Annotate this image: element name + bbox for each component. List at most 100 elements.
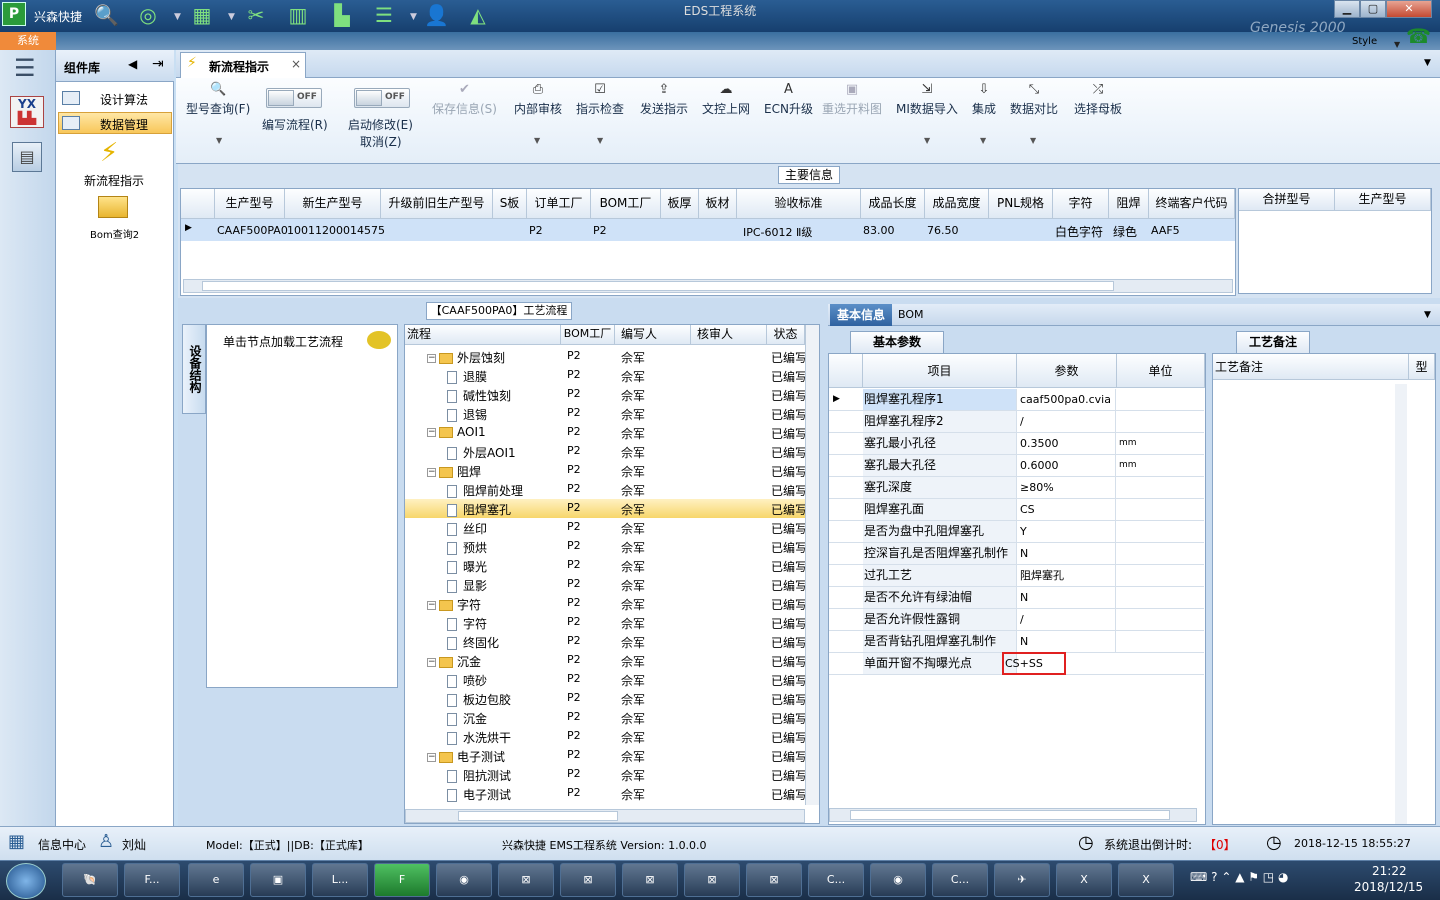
tree-row[interactable]: − 外层蚀刻 P2 佘军 已编写 <box>405 347 811 366</box>
calculator-icon[interactable]: ▤ <box>12 142 42 172</box>
send-instruction-button[interactable]: ⇪ 发送指示 <box>640 82 688 117</box>
column-header[interactable]: 终端客户代码 <box>1149 189 1235 219</box>
column-header[interactable]: 型 <box>1409 354 1435 380</box>
param-row[interactable]: 是否不允许有绿油帽 N <box>829 587 1204 609</box>
doc-upload-button[interactable]: ☁ 文控上网 <box>702 82 750 117</box>
tree-row[interactable]: − AOI1 P2 佘军 已编写 <box>405 423 811 442</box>
param-row[interactable]: 塞孔最小孔径 0.3500 mm <box>829 433 1204 455</box>
taskbar-app[interactable]: ✈ <box>994 863 1050 897</box>
taskbar-app[interactable]: ▣ <box>250 863 306 897</box>
taskbar-app[interactable]: F... <box>124 863 180 897</box>
tree-row[interactable]: 板边包胶 P2 佘军 已编写 <box>405 689 811 708</box>
tree-row[interactable]: 沉金 P2 佘军 已编写 <box>405 708 811 727</box>
column-header[interactable]: 编写人 <box>615 325 691 345</box>
column-header[interactable]: 验收标准 <box>737 189 861 219</box>
tree-row[interactable]: − 电子测试 P2 佘军 已编写 <box>405 746 811 765</box>
taskbar-app[interactable]: ◉ <box>436 863 492 897</box>
vertical-scrollbar[interactable] <box>1395 384 1407 824</box>
horizontal-scrollbar[interactable] <box>183 279 1233 293</box>
folder-icon[interactable] <box>98 196 128 218</box>
taskbar-excel[interactable]: X <box>1056 863 1112 897</box>
param-value[interactable]: N <box>1018 587 1116 608</box>
param-row[interactable]: 是否背钻孔阻焊塞孔制作 N <box>829 631 1204 653</box>
ecn-upgrade-button[interactable]: A ECN升级 <box>764 82 813 117</box>
tree-row[interactable]: 预烘 P2 佘军 已编写 <box>405 537 811 556</box>
integrate-button[interactable]: ⇩ 集成 <box>972 82 996 117</box>
column-header[interactable]: 新生产型号 <box>285 189 381 219</box>
param-row[interactable]: ▶ 阻焊塞孔程序1 caaf500pa0.cvia <box>829 389 1204 411</box>
param-row[interactable]: 是否为盘中孔阻焊塞孔 Y <box>829 521 1204 543</box>
reselect-material-button[interactable]: ▣ 重选开料图 <box>822 82 882 117</box>
dropdown-arrow-icon[interactable]: ▼ <box>597 136 603 145</box>
chevron-down-icon[interactable]: ▼ <box>1424 310 1431 320</box>
column-header[interactable]: 板材 <box>699 189 737 219</box>
tree-row[interactable]: 阻焊前处理 P2 佘军 已编写 <box>405 480 811 499</box>
pin-icon[interactable]: ⇥ <box>152 56 164 72</box>
tab-new-flow[interactable]: ⚡ 新流程指示 × <box>180 52 306 79</box>
tree-row[interactable]: 退锡 P2 佘军 已编写 <box>405 404 811 423</box>
horizontal-scrollbar[interactable] <box>405 809 805 823</box>
column-header[interactable]: 成品长度 <box>861 189 925 219</box>
param-value[interactable]: N <box>1018 631 1116 652</box>
column-header[interactable]: BOM工厂 <box>591 189 661 219</box>
param-value[interactable]: ≥80% <box>1018 477 1116 498</box>
launcher-new-flow[interactable]: 新流程指示 <box>84 172 144 189</box>
dropdown-arrow-icon[interactable]: ▼ <box>1030 136 1036 145</box>
tab-process-remarks[interactable]: 工艺备注 <box>1236 331 1310 353</box>
param-value[interactable]: N <box>1018 543 1116 564</box>
tree-row[interactable]: 阻焊塞孔 P2 佘军 已编写 <box>405 499 811 518</box>
tree-row[interactable]: − 沉金 P2 佘军 已编写 <box>405 651 811 670</box>
collapse-icon[interactable]: − <box>427 658 436 667</box>
dropdown-arrow-icon[interactable]: ▼ <box>924 136 930 145</box>
column-header[interactable]: 字符 <box>1053 189 1109 219</box>
menu-icon[interactable]: ☰ <box>14 54 36 82</box>
column-header[interactable]: 流程 <box>405 325 561 345</box>
collapse-icon[interactable]: − <box>427 428 436 437</box>
lightning-icon[interactable]: ⚡ <box>100 138 118 168</box>
param-row[interactable]: 控深盲孔是否阻焊塞孔制作 N <box>829 543 1204 565</box>
tab-basic-params[interactable]: 基本参数 <box>850 331 944 353</box>
component-item-data-management[interactable]: 数据管理 <box>58 112 172 134</box>
column-header[interactable]: 核审人 <box>691 325 767 345</box>
taskbar-excel[interactable]: X <box>1118 863 1174 897</box>
param-row[interactable]: 是否允许假性露铜 / <box>829 609 1204 631</box>
launcher-bom-query[interactable]: Bom查询2 <box>90 226 139 241</box>
column-header[interactable]: 单位 <box>1117 354 1205 388</box>
column-header[interactable]: S板 <box>493 189 527 219</box>
dropdown-arrow-icon[interactable]: ▼ <box>534 136 540 145</box>
mi-import-button[interactable]: ⇲ MI数据导入 <box>896 82 958 117</box>
column-header[interactable]: BOM工厂 <box>561 325 615 345</box>
tree-row[interactable]: 字符 P2 佘军 已编写 <box>405 613 811 632</box>
taskbar-app[interactable]: ⊠ <box>498 863 554 897</box>
dropdown-arrow-icon[interactable]: ▼ <box>980 136 986 145</box>
taskbar-word[interactable]: C... <box>932 863 988 897</box>
column-header[interactable]: 生产型号 <box>215 189 285 219</box>
maximize-button[interactable]: ▢ <box>1360 0 1386 18</box>
param-value[interactable]: 阻焊塞孔 <box>1018 565 1116 586</box>
param-value[interactable]: / <box>1018 411 1116 432</box>
tree-row[interactable]: 阻抗测试 P2 佘军 已编写 <box>405 765 811 784</box>
taskbar-app[interactable]: ⊠ <box>622 863 678 897</box>
taskbar-app[interactable]: ⊠ <box>746 863 802 897</box>
taskbar-app[interactable]: C... <box>808 863 864 897</box>
tree-row[interactable]: 终固化 P2 佘军 已编写 <box>405 632 811 651</box>
close-icon[interactable]: × <box>291 57 301 71</box>
taskbar-app[interactable]: ◉ <box>870 863 926 897</box>
param-row[interactable]: 阻焊塞孔程序2/ <box>829 411 1204 433</box>
tree-row[interactable]: 外层AOI1 P2 佘军 已编写 <box>405 442 811 461</box>
collapse-icon[interactable]: − <box>427 601 436 610</box>
tree-row[interactable]: 电子测试 P2 佘军 已编写 <box>405 784 811 803</box>
collapse-icon[interactable]: − <box>427 468 436 477</box>
param-value[interactable]: / <box>1018 609 1116 630</box>
close-button[interactable]: ✕ <box>1386 0 1432 18</box>
tree-row[interactable]: 水洗烘干 P2 佘军 已编写 <box>405 727 811 746</box>
tree-row[interactable]: 曝光 P2 佘军 已编写 <box>405 556 811 575</box>
table-row[interactable]: ▶ CAAF500PA0 10011200014575 P2 P2 IPC-60… <box>181 219 1235 241</box>
param-value[interactable]: CS <box>1018 499 1116 520</box>
taskbar-app[interactable]: ⊠ <box>684 863 740 897</box>
chevron-down-icon[interactable]: ▼ <box>1394 40 1400 49</box>
chevron-down-icon[interactable]: ▼ <box>1424 58 1431 68</box>
column-header[interactable]: 项目 <box>863 354 1017 388</box>
tree-row[interactable]: − 字符 P2 佘军 已编写 <box>405 594 811 613</box>
param-value[interactable]: caaf500pa0.cvia <box>1018 389 1116 410</box>
